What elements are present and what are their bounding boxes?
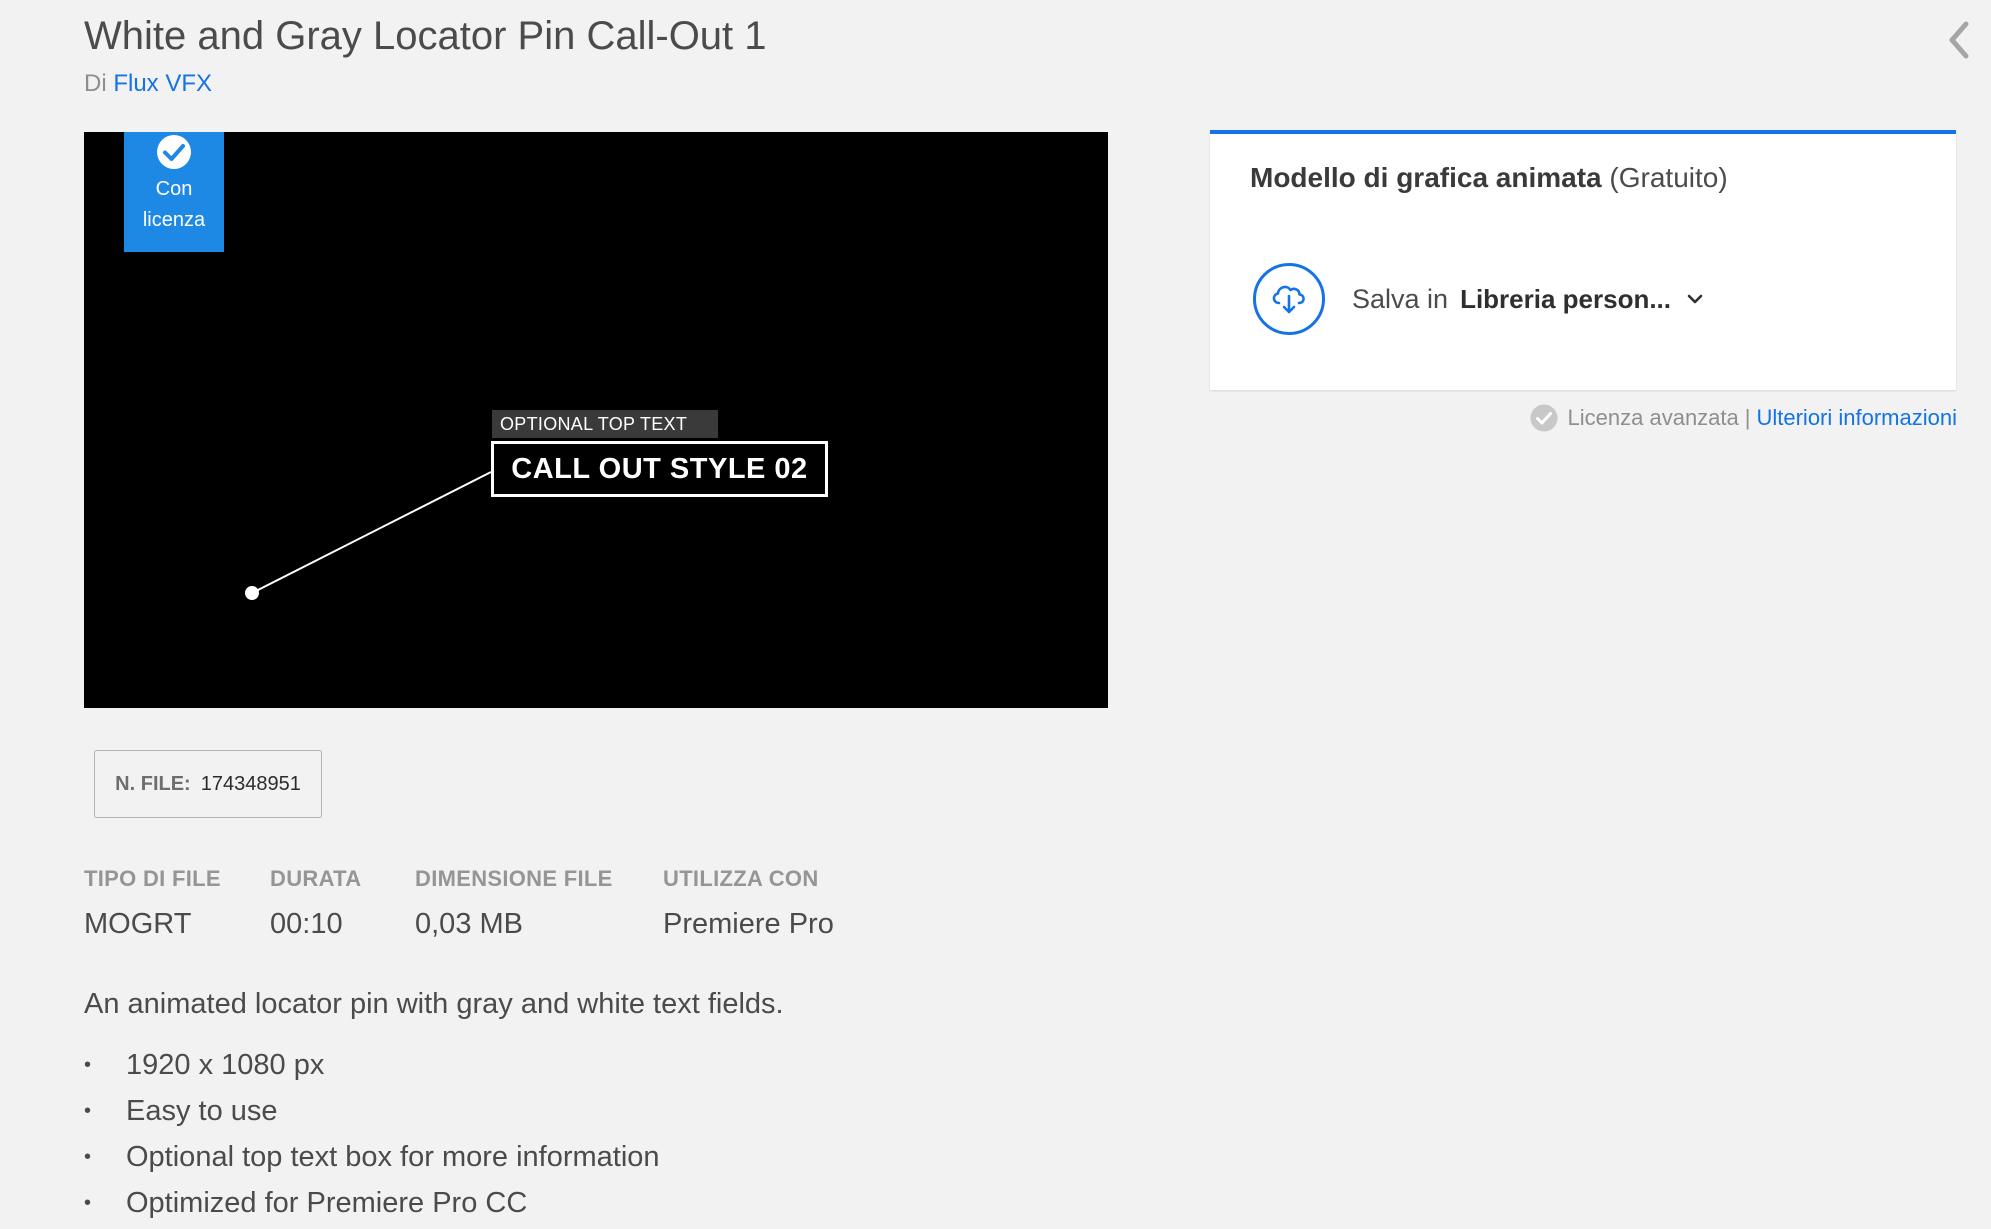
callout-main-text: CALL OUT STYLE 02	[491, 441, 828, 497]
price-label: (Gratuito)	[1609, 162, 1728, 193]
meta-file-type: TIPO DI FILE MOGRT	[84, 866, 221, 941]
file-id-box: N. FILE: 174348951	[94, 750, 322, 818]
collapse-panel-button[interactable]	[1942, 18, 1976, 62]
check-circle-icon	[1530, 404, 1558, 432]
bullet-icon: •	[84, 1100, 92, 1122]
meta-use-with: UTILIZZA CON Premiere Pro	[663, 866, 834, 941]
page-title: White and Gray Locator Pin Call-Out 1	[84, 14, 767, 58]
meta-file-size: DIMENSIONE FILE 0,03 MB	[415, 866, 613, 941]
list-item: • Optimized for Premiere Pro CC	[84, 1180, 660, 1226]
meta-key: DIMENSIONE FILE	[415, 866, 613, 891]
feature-text: Easy to use	[126, 1095, 278, 1127]
callout-top-text: OPTIONAL TOP TEXT	[492, 410, 718, 438]
library-dropdown[interactable]: Libreria person...	[1460, 284, 1671, 315]
asset-preview[interactable]: Con licenza OPTIONAL TOP TEXT CALL OUT S…	[84, 132, 1108, 708]
byline-prefix: Di	[84, 70, 107, 97]
feature-text: Optimized for Premiere Pro CC	[126, 1187, 528, 1219]
file-id-value: 174348951	[200, 772, 301, 795]
save-to-library: Salva in Libreria person...	[1252, 262, 1703, 336]
author-link[interactable]: Flux VFX	[113, 70, 212, 97]
asset-type: Modello di grafica animata	[1250, 162, 1602, 193]
separator: |	[1744, 405, 1751, 430]
meta-value: Premiere Pro	[663, 908, 834, 940]
meta-value: 00:10	[270, 908, 343, 940]
cloud-download-icon[interactable]	[1252, 262, 1326, 336]
checkmark-circle-icon	[157, 135, 191, 169]
feature-list: • 1920 x 1080 px • Easy to use • Optional t…	[84, 1042, 660, 1226]
bullet-icon: •	[84, 1192, 92, 1214]
file-id-label: N. FILE:	[115, 772, 191, 795]
chevron-left-icon	[1949, 21, 1969, 59]
meta-key: TIPO DI FILE	[84, 866, 221, 891]
list-item: • Optional top text box for more informat…	[84, 1134, 660, 1180]
meta-key: DURATA	[270, 866, 362, 891]
license-panel: Modello di grafica animata (Gratuito) Sa…	[1210, 130, 1956, 390]
byline: Di Flux VFX	[84, 70, 212, 98]
license-info: Licenza avanzata | Ulteriori informazion…	[1530, 404, 1957, 432]
chevron-down-icon	[1687, 294, 1703, 304]
list-item: • Easy to use	[84, 1088, 660, 1134]
meta-duration: DURATA 00:10	[270, 866, 361, 941]
meta-value: 0,03 MB	[415, 908, 523, 940]
panel-title: Modello di grafica animata (Gratuito)	[1250, 162, 1728, 194]
list-item: • 1920 x 1080 px	[84, 1042, 660, 1088]
bullet-icon: •	[84, 1054, 92, 1076]
library-dropdown-toggle[interactable]	[1687, 293, 1703, 305]
save-label: Salva in	[1352, 283, 1449, 314]
feature-text: 1920 x 1080 px	[126, 1049, 325, 1081]
badge-label: Con licenza	[142, 178, 206, 231]
bullet-icon: •	[84, 1146, 92, 1168]
meta-key: UTILIZZA CON	[663, 866, 819, 891]
feature-text: Optional top text box for more informati…	[126, 1141, 660, 1173]
licensed-badge: Con licenza	[124, 132, 224, 252]
more-info-link[interactable]: Ulteriori informazioni	[1756, 405, 1957, 431]
license-type: Licenza avanzata	[1567, 405, 1739, 430]
meta-value: MOGRT	[84, 908, 192, 940]
asset-description: An animated locator pin with gray and wh…	[84, 988, 784, 1020]
